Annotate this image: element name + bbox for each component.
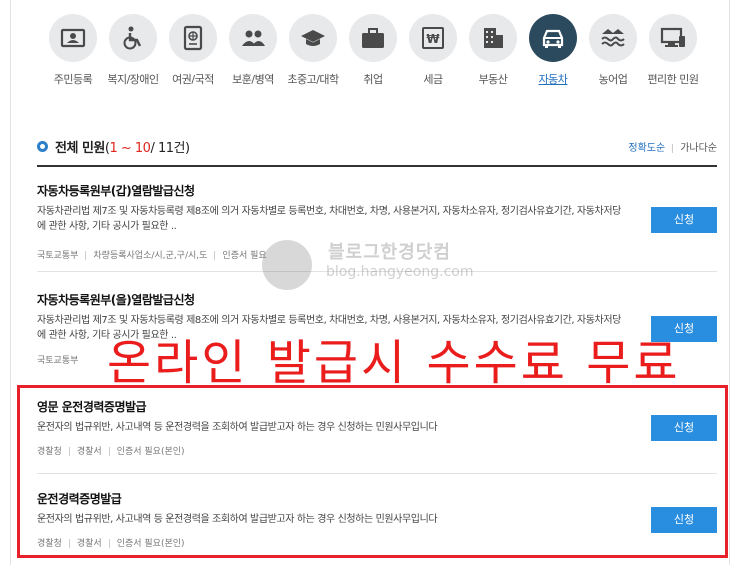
sort-alpha-link[interactable]: 가나다순 [680, 143, 717, 154]
list-top-border [37, 165, 717, 167]
meta-agency: 국토교통부 [37, 251, 79, 261]
category-veterans[interactable]: 보훈/병역 [223, 14, 283, 87]
category-agriculture[interactable]: 농어업 [583, 14, 643, 87]
won-tax-icon: ₩ [409, 14, 457, 62]
category-label: 세금 [423, 73, 443, 86]
watermark-url: blog.hangyeong.com [326, 264, 474, 280]
briefcase-icon [349, 14, 397, 62]
meta-agency: 국토교통부 [37, 356, 79, 366]
category-car[interactable]: 자동차 [523, 14, 583, 87]
watermark-logo-icon [262, 240, 312, 290]
apply-button[interactable]: 신청 [651, 207, 717, 233]
meta-divider [214, 251, 216, 260]
monitor-icon [649, 14, 697, 62]
category-label: 자동차 [538, 73, 568, 86]
count-range: 1 ~ 10 [109, 141, 151, 156]
result-count: (1 ~ 10/ 11건) [105, 141, 190, 156]
item-description: 자동차관리법 제7조 및 자동차등록령 제8조에 의거 자동차별로 등록번호, … [37, 206, 621, 232]
category-convenient[interactable]: 편리한 민원 [643, 14, 703, 87]
building-icon [469, 14, 517, 62]
category-label: 편리한 민원 [647, 73, 699, 86]
category-nav: 주민등록 복지/장애인 여권/국적 보훈/병역 초중고/대학 취업 ₩ 세금 부… [43, 14, 723, 94]
meta-office: 차량등록사업소/시,군,구/시,도 [93, 251, 208, 261]
blog-watermark: 블로그한경닷컴 blog.hangyeong.com [262, 232, 502, 292]
section-title-text: 전체 민원 [55, 141, 105, 156]
section-title: 전체 민원(1 ~ 10/ 11건) [55, 137, 190, 156]
item-title[interactable]: 자동차등록원부(갑)열람발급신청 [37, 182, 195, 199]
category-welfare[interactable]: 복지/장애인 [103, 14, 163, 87]
category-label: 여권/국적 [172, 73, 214, 86]
item-meta: 국토교통부 [37, 353, 78, 366]
watermark-title: 블로그한경닷컴 [328, 242, 451, 263]
category-school[interactable]: 초중고/대학 [283, 14, 343, 87]
category-resident-registration[interactable]: 주민등록 [43, 14, 103, 87]
svg-text:₩: ₩ [426, 32, 440, 46]
category-real-estate[interactable]: 부동산 [463, 14, 523, 87]
category-label: 취업 [363, 73, 383, 86]
count-total: / 11건) [150, 141, 190, 156]
people-icon [229, 14, 277, 62]
item-meta: 국토교통부 차량등록사업소/시,군,구/시,도 인증서 필요 [37, 248, 267, 261]
meta-divider [85, 251, 87, 260]
category-label: 부동산 [478, 73, 508, 86]
item-title[interactable]: 자동차등록원부(을)열람발급신청 [37, 291, 195, 308]
category-label: 농어업 [598, 73, 628, 86]
category-label: 보훈/병역 [232, 73, 274, 86]
category-label: 주민등록 [53, 73, 93, 86]
sort-accuracy-link[interactable]: 정확도순 [628, 143, 665, 154]
category-tax[interactable]: ₩ 세금 [403, 14, 463, 87]
meta-cert: 인증서 필요 [222, 251, 267, 261]
passport-icon [169, 14, 217, 62]
sort-divider [672, 143, 674, 153]
car-icon [529, 14, 577, 62]
category-employment[interactable]: 취업 [343, 14, 403, 87]
highlight-box [17, 385, 728, 558]
category-passport[interactable]: 여권/국적 [163, 14, 223, 87]
category-label: 초중고/대학 [287, 73, 339, 86]
waves-icon [589, 14, 637, 62]
id-card-icon [49, 14, 97, 62]
circle-bullet-icon [37, 141, 48, 152]
graduation-cap-icon [289, 14, 337, 62]
annotation-text: 온라인 발급시 수수료 무료 [107, 335, 681, 391]
category-label: 복지/장애인 [107, 73, 159, 86]
sort-options: 정확도순 가나다순 [628, 139, 717, 154]
section-header: 전체 민원(1 ~ 10/ 11건) 정확도순 가나다순 [37, 135, 717, 163]
wheelchair-icon [109, 14, 157, 62]
